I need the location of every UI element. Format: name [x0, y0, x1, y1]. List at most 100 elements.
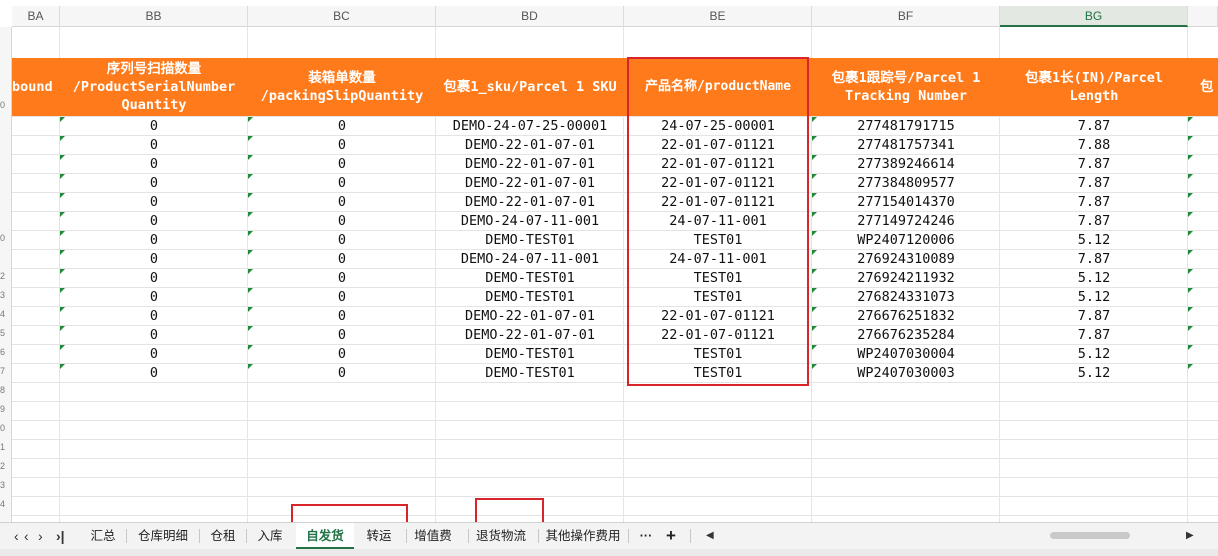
more-sheets-button[interactable]: ··· — [636, 523, 656, 549]
column-header-bd[interactable]: BD — [436, 6, 624, 27]
scroll-next-sheet-button[interactable]: › — [38, 523, 43, 549]
table-cell-bf[interactable]: 277481791715 — [812, 117, 1000, 136]
table-cell-bf[interactable]: 277384809577 — [812, 174, 1000, 193]
row-number[interactable]: 0 — [0, 100, 12, 110]
table-cell-bf[interactable]: WP2407030003 — [812, 364, 1000, 383]
row-number[interactable]: 7 — [0, 366, 12, 376]
column-header-bf[interactable]: BF — [812, 6, 1000, 27]
table-cell-bc[interactable]: 0 — [248, 326, 436, 345]
scroll-first-sheet-button[interactable]: ‹ — [14, 523, 19, 549]
table-cell-bf[interactable]: 277389246614 — [812, 155, 1000, 174]
table-cell-bb[interactable]: 0 — [60, 364, 248, 383]
column-header-bg[interactable]: BG — [1000, 6, 1188, 27]
row-number[interactable]: 5 — [0, 328, 12, 338]
table-cell-bg[interactable]: 7.88 — [1000, 136, 1188, 155]
column-header-bb[interactable]: BB — [60, 6, 248, 27]
row-number[interactable]: 1 — [0, 442, 12, 452]
table-cell-bg[interactable]: 7.87 — [1000, 250, 1188, 269]
header-cell-bf[interactable]: 包裹1跟踪号/Parcel 1 Tracking Number — [812, 58, 1000, 116]
table-cell-be[interactable]: TEST01 — [624, 364, 812, 383]
table-cell-bg[interactable]: 7.87 — [1000, 212, 1188, 231]
table-cell-bd[interactable]: DEMO-22-01-07-01 — [436, 307, 624, 326]
table-cell-bb[interactable]: 0 — [60, 155, 248, 174]
table-cell-bb[interactable]: 0 — [60, 345, 248, 364]
table-cell-bd[interactable]: DEMO-24-07-11-001 — [436, 212, 624, 231]
header-cell-bg[interactable]: 包裹1长(IN)/Parcel Length — [1000, 58, 1188, 116]
table-cell-bg[interactable]: 5.12 — [1000, 231, 1188, 250]
row-number[interactable]: 8 — [0, 385, 12, 395]
sheet-tab-warehouse-detail[interactable]: 仓库明细 — [132, 523, 194, 549]
table-cell-bf[interactable]: 277154014370 — [812, 193, 1000, 212]
table-cell-bb[interactable]: 0 — [60, 193, 248, 212]
table-cell-be[interactable]: 24-07-25-00001 — [624, 117, 812, 136]
table-cell-be[interactable]: 22-01-07-01121 — [624, 174, 812, 193]
header-cell-bb[interactable]: 序列号扫描数量 /ProductSerialNumber Quantity — [60, 58, 248, 116]
table-cell-bg[interactable]: 7.87 — [1000, 193, 1188, 212]
sheet-tab-storage-rent[interactable]: 仓租 — [205, 523, 241, 549]
table-cell-be[interactable]: TEST01 — [624, 269, 812, 288]
scroll-prev-sheet-button[interactable]: ‹ — [24, 523, 29, 549]
table-cell-be[interactable]: 22-01-07-01121 — [624, 155, 812, 174]
table-cell-bd[interactable]: DEMO-TEST01 — [436, 269, 624, 288]
table-cell-bg[interactable]: 7.87 — [1000, 155, 1188, 174]
table-cell-bc[interactable]: 0 — [248, 307, 436, 326]
table-cell-bf[interactable]: 276676235284 — [812, 326, 1000, 345]
table-cell-bb[interactable]: 0 — [60, 136, 248, 155]
table-cell-bf[interactable]: 277149724246 — [812, 212, 1000, 231]
header-cell-ba[interactable]: bound — [12, 58, 60, 116]
table-cell-bd[interactable]: DEMO-TEST01 — [436, 288, 624, 307]
row-number[interactable]: 2 — [0, 461, 12, 471]
column-header-be[interactable]: BE — [624, 6, 812, 27]
row-number[interactable]: 3 — [0, 480, 12, 490]
table-cell-be[interactable]: 24-07-11-001 — [624, 212, 812, 231]
table-cell-bg[interactable]: 7.87 — [1000, 326, 1188, 345]
table-cell-bc[interactable]: 0 — [248, 117, 436, 136]
table-cell-bc[interactable]: 0 — [248, 231, 436, 250]
table-cell-bf[interactable]: 276924310089 — [812, 250, 1000, 269]
table-cell-bd[interactable]: DEMO-22-01-07-01 — [436, 155, 624, 174]
table-cell-bd[interactable]: DEMO-22-01-07-01 — [436, 174, 624, 193]
table-cell-bb[interactable]: 0 — [60, 269, 248, 288]
hscroll-right-arrow[interactable]: ▶ — [1186, 523, 1194, 549]
sheet-tab-value-added-fee[interactable]: 增值费 — [412, 523, 454, 549]
table-cell-be[interactable]: 24-07-11-001 — [624, 250, 812, 269]
spreadsheet-grid[interactable]: bound 序列号扫描数量 /ProductSerialNumber Quant… — [12, 27, 1218, 522]
table-cell-bc[interactable]: 0 — [248, 364, 436, 383]
table-cell-be[interactable]: TEST01 — [624, 345, 812, 364]
table-cell-bc[interactable]: 0 — [248, 288, 436, 307]
sheet-tab-summary[interactable]: 汇总 — [84, 523, 122, 549]
header-cell-bc[interactable]: 装箱单数量 /packingSlipQuantity — [248, 58, 436, 116]
table-cell-bc[interactable]: 0 — [248, 174, 436, 193]
table-cell-bg[interactable]: 5.12 — [1000, 269, 1188, 288]
header-cell-be[interactable]: 产品名称/productName — [624, 58, 812, 116]
row-number[interactable]: 9 — [0, 404, 12, 414]
column-header-ba[interactable]: BA — [12, 6, 60, 27]
horizontal-scrollbar-thumb[interactable] — [1050, 532, 1130, 539]
table-cell-bd[interactable]: DEMO-24-07-25-00001 — [436, 117, 624, 136]
header-cell-bh[interactable]: 包 — [1188, 58, 1218, 116]
table-cell-be[interactable]: 22-01-07-01121 — [624, 193, 812, 212]
table-cell-bc[interactable]: 0 — [248, 345, 436, 364]
table-cell-bc[interactable]: 0 — [248, 250, 436, 269]
table-cell-bd[interactable]: DEMO-24-07-11-001 — [436, 250, 624, 269]
row-number[interactable]: 0 — [0, 423, 12, 433]
table-cell-be[interactable]: TEST01 — [624, 231, 812, 250]
table-cell-bg[interactable]: 7.87 — [1000, 307, 1188, 326]
header-cell-bd[interactable]: 包裹1_sku/Parcel 1 SKU — [436, 58, 624, 116]
table-cell-be[interactable]: TEST01 — [624, 288, 812, 307]
add-sheet-button[interactable]: + — [660, 523, 682, 549]
table-cell-bf[interactable]: 276824331073 — [812, 288, 1000, 307]
table-cell-bf[interactable]: 276924211932 — [812, 269, 1000, 288]
table-cell-bf[interactable]: 277481757341 — [812, 136, 1000, 155]
table-cell-bb[interactable]: 0 — [60, 174, 248, 193]
table-cell-bb[interactable]: 0 — [60, 117, 248, 136]
table-cell-bg[interactable]: 7.87 — [1000, 117, 1188, 136]
sheet-tab-other-operation-fees[interactable]: 其他操作费用 — [544, 523, 622, 549]
table-cell-bg[interactable]: 5.12 — [1000, 345, 1188, 364]
table-cell-bg[interactable]: 5.12 — [1000, 288, 1188, 307]
table-cell-bb[interactable]: 0 — [60, 212, 248, 231]
table-cell-bd[interactable]: DEMO-22-01-07-01 — [436, 193, 624, 212]
row-number[interactable]: 0 — [0, 233, 12, 243]
hscroll-left-arrow[interactable]: ◀ — [706, 523, 714, 549]
row-number[interactable]: 6 — [0, 347, 12, 357]
